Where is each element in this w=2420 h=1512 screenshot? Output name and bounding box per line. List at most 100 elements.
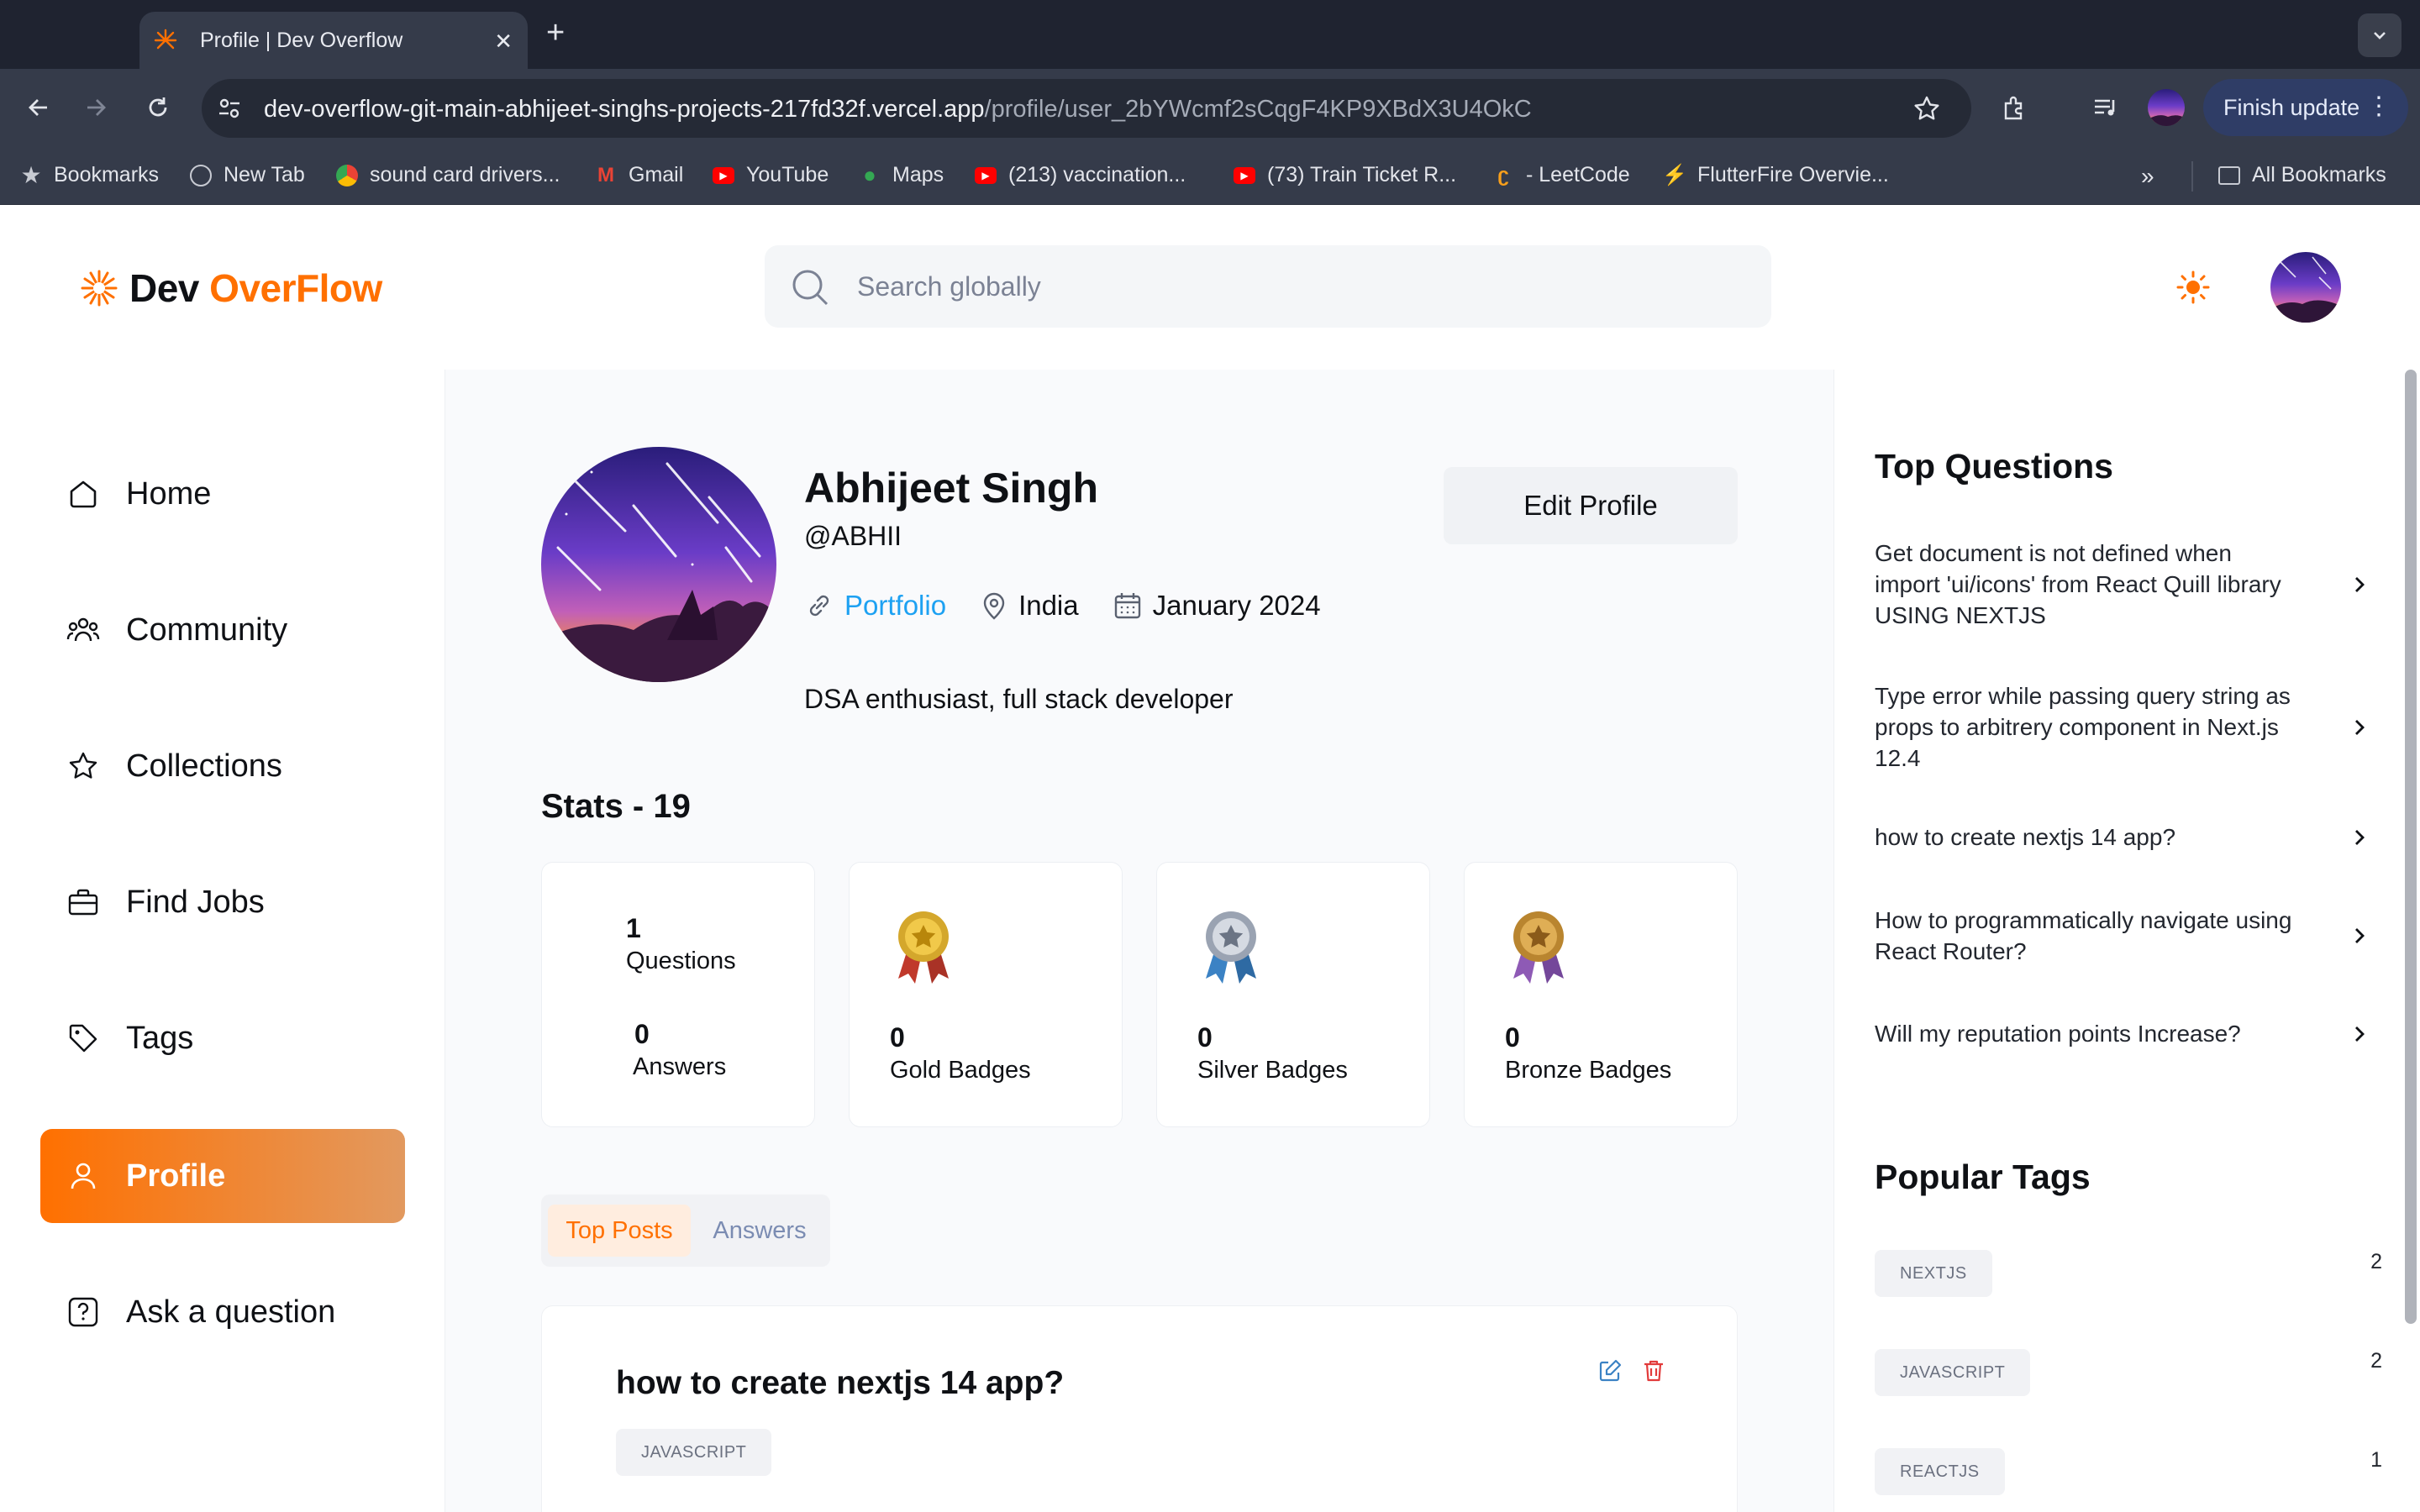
sidebar-item-label: Ask a question (126, 1294, 336, 1330)
app-header: Dev OverFlow (0, 205, 2420, 370)
post-card[interactable]: how to create nextjs 14 app? JAVASCRIPT (541, 1305, 1738, 1512)
tab-search-button[interactable] (2358, 13, 2402, 57)
trash-icon[interactable] (1641, 1358, 1666, 1383)
question-text: Type error while passing query string as… (1875, 683, 2291, 771)
finish-update-label: Finish update (2223, 94, 2360, 120)
kebab-menu-icon: ⋮ (2366, 92, 2391, 120)
users-icon (66, 612, 101, 648)
sidebar-item-community[interactable]: Community (40, 583, 405, 677)
tab-answers[interactable]: Answers (692, 1205, 827, 1257)
logo-text-accent: OverFlow (209, 266, 382, 310)
question-icon (66, 1294, 101, 1330)
sidebar-item-tags[interactable]: Tags (40, 991, 405, 1085)
post-actions (1597, 1358, 1666, 1383)
portfolio-link-label[interactable]: Portfolio (844, 590, 946, 622)
edit-icon[interactable] (1597, 1358, 1623, 1383)
bookmark-item[interactable]: ★ Bookmarks (20, 162, 159, 188)
user-icon (66, 1158, 101, 1194)
address-bar[interactable]: dev-overflow-git-main-abhijeet-singhs-pr… (202, 79, 1971, 138)
chevron-right-icon (2355, 829, 2365, 845)
bookmark-divider (2191, 161, 2193, 192)
badge-text: 0 Bronze Badges (1505, 1022, 1671, 1084)
bookmark-item[interactable]: ▶ (213) vaccination... (975, 163, 1186, 187)
bookmark-item[interactable]: ⚡ FlutterFire Overvie... (1662, 163, 1889, 187)
reload-icon[interactable] (141, 91, 175, 124)
left-sidebar: Home Community Collections Find Jobs Tag… (0, 370, 445, 1512)
stats-title: Stats - 19 (541, 788, 691, 825)
finish-update-button[interactable]: Finish update ⋮ (2203, 79, 2408, 136)
top-question-item[interactable]: Will my reputation points Increase? (1875, 1018, 2370, 1049)
sidebar-item-collections[interactable]: Collections (40, 719, 405, 813)
popular-tag[interactable]: NEXTJS (1875, 1250, 1992, 1297)
bookmark-star-icon[interactable] (1912, 94, 1941, 123)
top-question-item[interactable]: Get document is not defined when import … (1875, 538, 2370, 631)
popular-tag-row[interactable]: JAVASCRIPT 2 (1875, 1349, 2382, 1396)
tab-close-icon[interactable]: ✕ (494, 29, 513, 55)
top-question-item[interactable]: how to create nextjs 14 app? (1875, 822, 2370, 853)
new-tab-icon[interactable]: + (546, 15, 565, 50)
back-icon[interactable] (22, 91, 55, 124)
site-logo[interactable]: Dev OverFlow (79, 265, 382, 311)
bookmark-item[interactable]: sound card drivers... (336, 163, 560, 187)
search-input[interactable] (857, 265, 1697, 307)
bronze-badges-label: Bronze Badges (1505, 1057, 1672, 1084)
sidebar-item-label: Find Jobs (126, 884, 265, 920)
site-settings-icon[interactable] (217, 96, 242, 121)
sidebar-item-find-jobs[interactable]: Find Jobs (40, 855, 405, 949)
sidebar-item-ask-question[interactable]: Ask a question (40, 1265, 405, 1359)
chevron-right-icon (2355, 719, 2365, 735)
bookmark-item[interactable]: ▶ YouTube (713, 163, 829, 187)
page-scrollbar[interactable] (2405, 370, 2417, 1324)
tag-count: 2 (2370, 1250, 2382, 1273)
top-question-item[interactable]: Type error while passing query string as… (1875, 680, 2370, 774)
popular-tag-row[interactable]: REACTJS 1 (1875, 1448, 2382, 1495)
popular-tag[interactable]: REACTJS (1875, 1448, 2005, 1495)
portfolio-link[interactable]: Portfolio (804, 590, 946, 622)
star-icon (66, 748, 101, 784)
profile-avatar-icon[interactable] (2148, 89, 2185, 126)
badge-text: 0 Gold Badges (890, 1022, 1031, 1084)
profile-avatar (541, 447, 776, 682)
top-question-item[interactable]: How to programmatically navigate using R… (1875, 905, 2370, 967)
gold-medal-icon (898, 911, 949, 984)
sun-icon[interactable] (2176, 270, 2210, 304)
browser-tab-active[interactable]: Profile | Dev Overflow ✕ (139, 12, 528, 69)
chevron-right-icon (2355, 928, 2365, 943)
all-bookmarks-item[interactable]: All Bookmarks (2218, 163, 2386, 187)
tag-count: 2 (2370, 1349, 2382, 1373)
location-pin-icon (983, 592, 1005, 620)
extensions-icon[interactable] (1998, 91, 2032, 124)
post-title[interactable]: how to create nextjs 14 app? (616, 1365, 1064, 1402)
popular-tag[interactable]: JAVASCRIPT (1875, 1349, 2031, 1396)
post-tag[interactable]: JAVASCRIPT (616, 1429, 772, 1476)
tag-icon (66, 1021, 101, 1056)
bookmark-item[interactable]: ● Maps (859, 162, 944, 187)
user-avatar[interactable] (2270, 252, 2341, 323)
sidebar-item-profile[interactable]: Profile (40, 1129, 405, 1223)
logo-text: Dev OverFlow (129, 265, 382, 311)
popular-tags-title: Popular Tags (1875, 1158, 2091, 1196)
bookmark-item[interactable]: ʗ - LeetCode (1492, 163, 1629, 187)
sidebar-item-label: Community (126, 612, 288, 648)
forward-icon[interactable] (79, 91, 113, 124)
sidebar-item-label: Home (126, 475, 212, 512)
tab-top-posts[interactable]: Top Posts (548, 1205, 691, 1257)
top-questions-title: Top Questions (1875, 447, 2113, 486)
popular-tag-row[interactable]: NEXTJS 2 (1875, 1250, 2382, 1297)
global-search[interactable] (765, 245, 1771, 328)
question-text: Get document is not defined when import … (1875, 540, 2281, 628)
questions-label: Questions (626, 948, 736, 974)
gold-badges-count: 0 (890, 1022, 905, 1053)
url-path: /profile/user_2bYWcmf2sCqgF4KP9XBdX3U4Ok… (984, 96, 1532, 123)
bookmark-item[interactable]: ▶ (73) Train Ticket R... (1234, 163, 1456, 187)
sidebar-item-home[interactable]: Home (40, 447, 405, 541)
edit-profile-button[interactable]: Edit Profile (1444, 467, 1738, 544)
profile-username: @ABHII (804, 521, 902, 551)
more-bookmarks-icon[interactable]: » (2141, 163, 2154, 190)
logo-text-main: Dev (129, 266, 210, 310)
browser-toolbar: dev-overflow-git-main-abhijeet-singhs-pr… (0, 69, 2420, 148)
bookmark-item[interactable]: New Tab (190, 163, 305, 187)
gold-badges-label: Gold Badges (890, 1057, 1031, 1084)
bookmark-item[interactable]: M Gmail (595, 163, 683, 187)
media-control-icon[interactable] (2089, 91, 2123, 124)
